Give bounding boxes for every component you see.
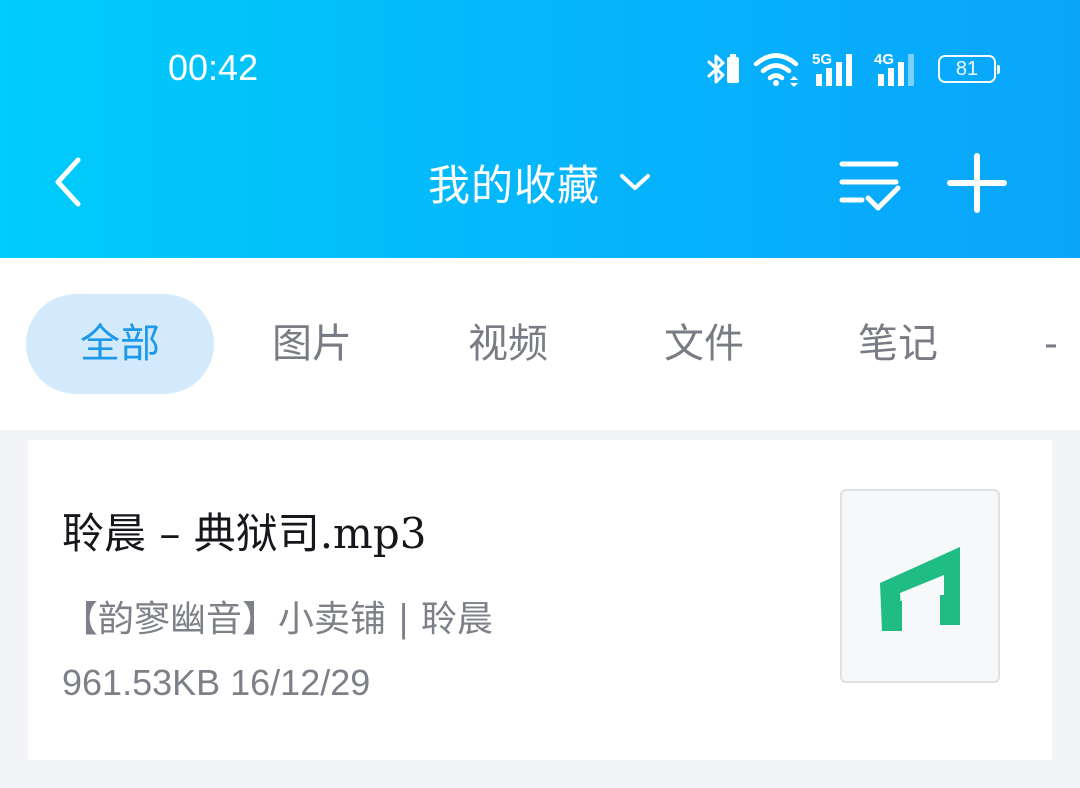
net-4g-label: 4G	[874, 51, 894, 68]
file-source: 【韵寥幽音】小卖铺 | 聆晨	[62, 599, 494, 640]
back-arrow-icon[interactable]	[44, 150, 94, 214]
tab-images[interactable]: 图片	[214, 294, 410, 394]
title-dropdown[interactable]: 我的收藏	[380, 150, 700, 214]
net-5g-label: 5G	[812, 51, 832, 68]
bluetooth-icon	[707, 54, 725, 84]
chevron-down-icon	[620, 174, 650, 190]
header-bar: 00:42 5G 4G 81 我的收藏	[0, 0, 1080, 258]
file-title: 聆晨 – 典狱司.mp3	[62, 509, 427, 558]
music-note-icon	[880, 547, 960, 631]
status-icons: 5G 4G 81	[700, 46, 1010, 90]
tab-more[interactable]: -	[1036, 294, 1066, 394]
favorite-item[interactable]: 聆晨 – 典狱司.mp3 【韵寥幽音】小卖铺 | 聆晨 961.53KB 16/…	[28, 440, 1052, 760]
file-meta: 961.53KB 16/12/29	[62, 662, 371, 703]
batch-select-icon[interactable]	[838, 152, 902, 216]
wifi-icon	[753, 53, 799, 87]
signal-5g-icon: 5G	[812, 51, 852, 86]
battery-icon: 81	[938, 55, 1000, 83]
file-thumbnail	[840, 489, 1000, 683]
category-tabs: 全部 图片 视频 文件 笔记 -	[0, 258, 1080, 430]
page-title: 我的收藏	[427, 160, 600, 210]
add-icon[interactable]	[944, 150, 1010, 216]
status-time: 00:42	[168, 47, 259, 88]
battery-small-icon	[727, 54, 739, 83]
tab-files[interactable]: 文件	[606, 294, 802, 394]
signal-4g-icon: 4G	[874, 51, 914, 86]
tab-notes[interactable]: 笔记	[800, 294, 996, 394]
tab-videos[interactable]: 视频	[410, 294, 606, 394]
tab-all[interactable]: 全部	[26, 294, 214, 394]
